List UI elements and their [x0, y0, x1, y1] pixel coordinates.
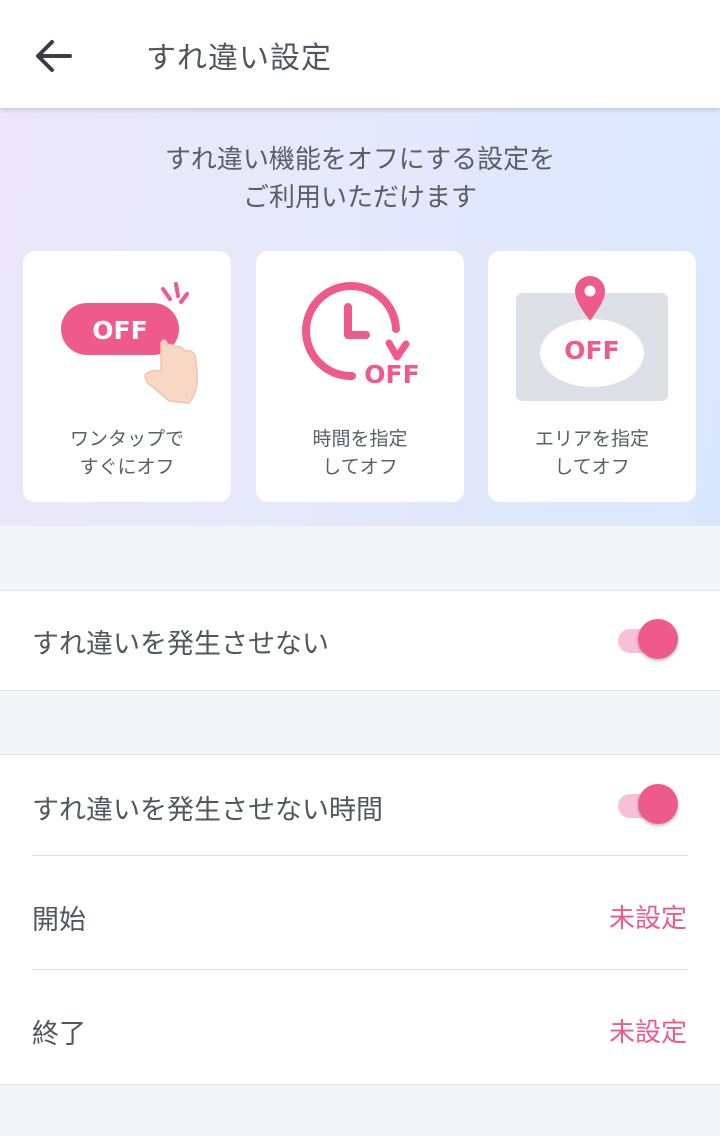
feature-card-label-line2: してオフ: [322, 456, 398, 478]
feature-card-label-line2: すぐにオフ: [79, 456, 175, 478]
card-badge-off: OFF: [564, 336, 619, 365]
setting-row-disable-time[interactable]: すれ違いを発生させない時間: [0, 755, 720, 855]
feature-card-label-line2: してオフ: [554, 456, 630, 478]
setting-label: すれ違いを発生させない: [32, 629, 329, 660]
feature-card-time: OFF 時間を指定 してオフ: [256, 251, 464, 502]
card-badge-off: OFF: [364, 360, 419, 389]
feature-card-label: ワンタップで すぐにオフ: [23, 425, 231, 481]
end-time-value: 未設定: [608, 1018, 687, 1048]
feature-card-label: 時間を指定 してオフ: [256, 425, 464, 481]
app-bar: すれ違い設定: [0, 0, 720, 108]
time-settings-section: すれ違いを発生させない時間 開始 未設定 終了 未設定: [0, 755, 720, 1084]
feature-card-label: エリアを指定 してオフ: [488, 425, 696, 481]
page-title: すれ違い設定: [146, 41, 332, 76]
setting-label: すれ違いを発生させない時間: [32, 795, 383, 826]
feature-card-one-tap: OFF ワンタップで すぐにオフ: [23, 251, 231, 502]
setting-label: 開始: [32, 905, 86, 936]
feature-card-label-line1: エリアを指定: [534, 428, 649, 450]
banner-message-line2: ご利用いただけます: [242, 183, 477, 213]
setting-row-disable-passby[interactable]: すれ違いを発生させない: [0, 591, 720, 690]
setting-label: 終了: [32, 1019, 86, 1050]
arrow-left-icon: [36, 40, 72, 72]
toggle-thumb: [638, 619, 678, 659]
info-banner: すれ違い機能をオフにする設定を ご利用いただけます OFF ワンタップで すぐに…: [0, 108, 720, 526]
disable-passby-toggle[interactable]: [616, 619, 682, 661]
section-border: [0, 690, 720, 691]
card-badge-off: OFF: [92, 316, 147, 345]
tap-toggle-off-icon: OFF: [61, 282, 199, 404]
map-pin-off-icon: OFF: [516, 276, 668, 401]
start-time-value: 未設定: [608, 904, 687, 934]
setting-row-start[interactable]: 開始 未設定: [0, 856, 720, 969]
banner-message: すれ違い機能をオフにする設定を ご利用いただけます: [0, 141, 720, 217]
feature-card-label-line1: ワンタップで: [69, 428, 184, 450]
disable-time-toggle[interactable]: [616, 784, 682, 826]
toggle-thumb: [638, 784, 678, 824]
banner-message-line1: すれ違い機能をオフにする設定を: [164, 145, 556, 175]
setting-row-end[interactable]: 終了 未設定: [0, 970, 720, 1084]
feature-card-area: OFF エリアを指定 してオフ: [488, 251, 696, 502]
clock-off-icon: OFF: [302, 282, 420, 389]
section-border: [0, 1084, 720, 1085]
feature-card-label-line1: 時間を指定: [312, 428, 408, 450]
back-button[interactable]: [28, 30, 80, 82]
